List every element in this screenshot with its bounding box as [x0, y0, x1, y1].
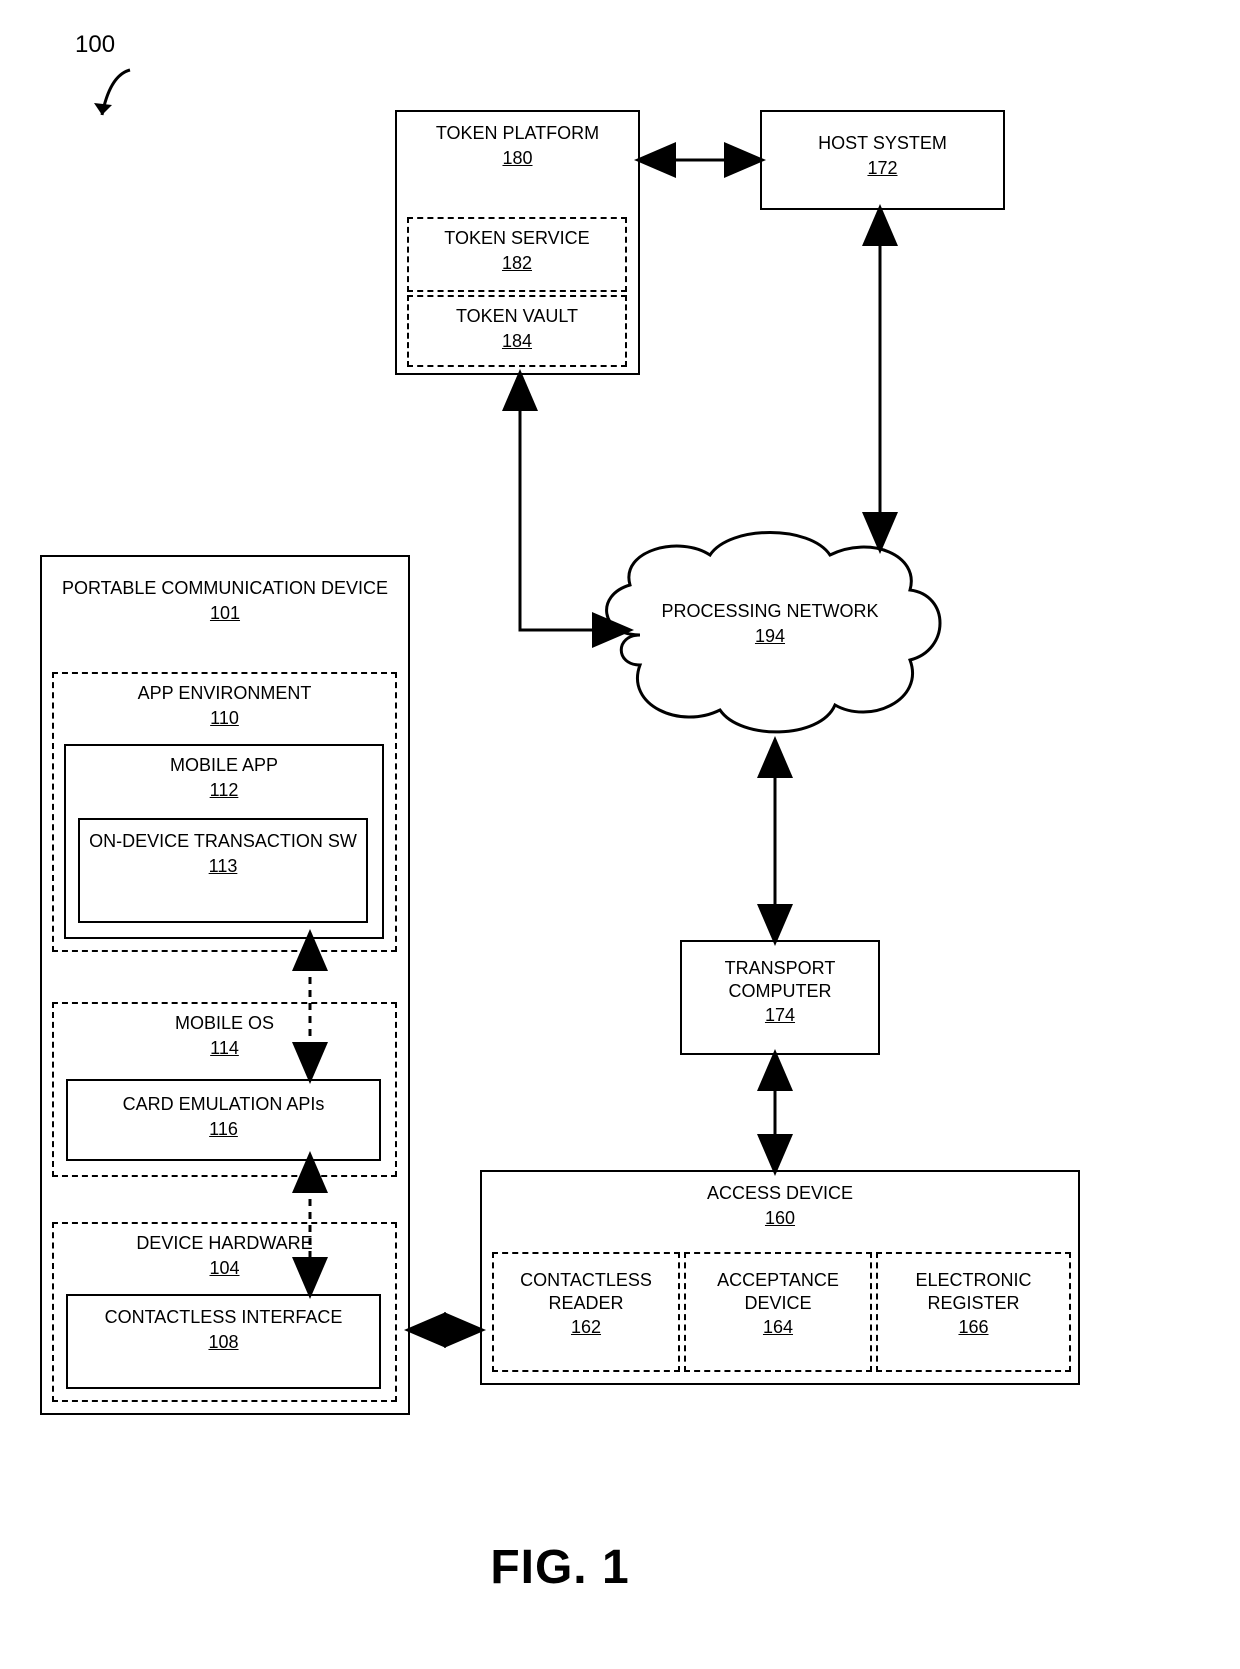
conn-token-network — [520, 378, 625, 630]
figure-caption: FIG. 1 — [0, 1540, 1120, 1595]
